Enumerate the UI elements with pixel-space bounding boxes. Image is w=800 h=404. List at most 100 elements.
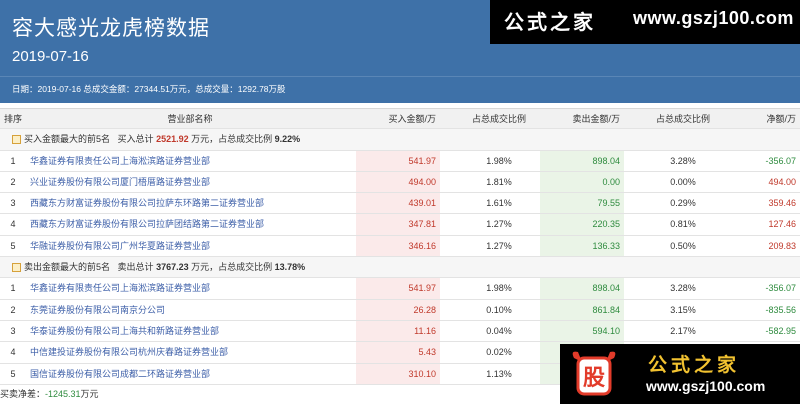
- sell-amount: 79.55: [597, 198, 620, 209]
- branch-name-link[interactable]: 中信建投证券股份有限公司杭州庆春路证券营业部: [30, 342, 350, 362]
- net-difference-unit: 万元: [80, 389, 99, 399]
- header-divider: [0, 76, 800, 77]
- buy-amount: 26.28: [413, 304, 436, 315]
- logo-url: www.gszj100.com: [633, 8, 794, 28]
- table-row: 2 东莞证券股份有限公司南京分公司 26.28 0.10% 861.84 3.15% -83…: [0, 299, 800, 321]
- sell-ratio: 0.81%: [670, 219, 696, 230]
- row-rank: 2: [10, 304, 16, 315]
- col-buy-ratio: 占总成交比例: [471, 114, 526, 124]
- buy-amount: 346.16: [408, 240, 436, 251]
- row-rank: 3: [10, 325, 16, 336]
- branch-name-link[interactable]: 华泰证券股份有限公司上海共和新路证券营业部: [30, 321, 350, 341]
- sell-ratio: 0.50%: [670, 240, 696, 251]
- buy-amount: 310.10: [408, 368, 436, 379]
- sell-section-prefix: 卖出金额最大的前5名: [24, 262, 111, 273]
- net-amount: 209.83: [768, 240, 796, 251]
- row-rank: 1: [10, 155, 16, 166]
- net-amount: 494.00: [768, 176, 796, 187]
- branch-name-link[interactable]: 华融证券股份有限公司广州华夏路证券营业部: [30, 236, 350, 256]
- net-amount: -356.07: [765, 155, 796, 166]
- buy-section-text: 买入金额最大的前5名 买入总计 2521.92 万元，占总成交比例 9.22%: [24, 129, 300, 149]
- buy-total-value: 2521.92: [156, 134, 189, 145]
- sell-ratio: 2.17%: [670, 325, 696, 336]
- buy-ratio: 1.27%: [486, 240, 512, 251]
- table-row: 2 兴业证券股份有限公司厦门梧厝路证券营业部 494.00 1.81% 0.00 0.00…: [0, 171, 800, 194]
- sell-amount: 0.00: [602, 176, 620, 187]
- branch-name-link[interactable]: 西藏东方财富证券股份有限公司拉萨团结路第二证券营业部: [30, 214, 350, 234]
- page-date: 2019-07-16: [12, 48, 89, 65]
- sell-ratio-value: 13.78%: [274, 262, 306, 273]
- buy-amount: 541.97: [408, 155, 436, 166]
- table-row: 3 西藏东方财富证券股份有限公司拉萨东环路第二证券营业部 439.01 1.61% 79…: [0, 193, 800, 215]
- branch-name-link[interactable]: 东莞证券股份有限公司南京分公司: [30, 300, 350, 320]
- buy-section-prefix: 买入金额最大的前5名: [24, 134, 111, 145]
- table-row: 3 华泰证券股份有限公司上海共和新路证券营业部 11.16 0.04% 594.10 2.…: [0, 320, 800, 343]
- row-rank: 2: [10, 176, 16, 187]
- branch-name-link[interactable]: 国信证券股份有限公司成都二环路证券营业部: [30, 364, 350, 384]
- site-logo: 公式之家 www.gszj100.com: [490, 0, 800, 44]
- col-sell-ratio: 占总成交比例: [655, 114, 710, 124]
- net-amount: 359.46: [768, 198, 796, 209]
- sell-amount: 220.35: [592, 219, 620, 230]
- sell-amount: 136.33: [592, 240, 620, 251]
- sell-amount: 861.84: [592, 304, 620, 315]
- badge-text: 股: [583, 366, 605, 391]
- col-sell-amount: 卖出金额/万: [572, 114, 620, 124]
- table-row: 5 华融证券股份有限公司广州华夏路证券营业部 346.16 1.27% 136.33 0.…: [0, 235, 800, 258]
- buy-amount: 11.16: [414, 325, 436, 336]
- buy-amount: 5.43: [418, 347, 436, 358]
- logo-text: 公式之家: [504, 12, 596, 34]
- col-rank: 排序: [3, 114, 22, 124]
- sell-section-text: 卖出金额最大的前5名 卖出总计 3767.23 万元，占总成交比例 13.78%: [24, 257, 305, 277]
- buy-amount: 541.97: [408, 283, 436, 294]
- net-amount: -582.95: [765, 325, 796, 336]
- branch-name-link[interactable]: 西藏东方财富证券股份有限公司拉萨东环路第二证券营业部: [30, 193, 350, 213]
- sell-total-label: 卖出总计: [117, 262, 154, 273]
- watermark-text: 公式之家: [648, 355, 741, 376]
- buy-ratio-value: 9.22%: [274, 134, 301, 145]
- buy-ratio: 1.98%: [486, 155, 512, 166]
- buy-ratio: 1.27%: [486, 219, 512, 230]
- sell-ratio: 3.28%: [670, 155, 696, 166]
- col-buy-amount: 买入金额/万: [388, 114, 436, 124]
- sell-total-value: 3767.23: [156, 262, 189, 273]
- table-row: 1 华鑫证券有限责任公司上海淞滨路证券营业部 541.97 1.98% 898.04 3.…: [0, 278, 800, 300]
- section-icon: [12, 135, 21, 145]
- buy-unit-text: 万元，占总成交比例: [191, 134, 273, 145]
- buy-ratio: 0.10%: [486, 304, 512, 315]
- buy-ratio: 1.81%: [486, 176, 512, 187]
- buy-ratio: 0.02%: [486, 347, 512, 358]
- bull-badge-icon: 股: [572, 351, 616, 396]
- row-rank: 1: [10, 283, 16, 294]
- net-amount: -835.56: [765, 304, 796, 315]
- table-row: 1 华鑫证券有限责任公司上海淞滨路证券营业部 541.97 1.98% 898.04 3.…: [0, 150, 800, 172]
- row-rank: 4: [10, 219, 16, 230]
- watermark: 股 公式之家 www.gszj100.com: [560, 344, 800, 404]
- buy-amount: 494.00: [408, 176, 436, 187]
- row-rank: 5: [10, 368, 16, 379]
- buy-ratio: 1.98%: [486, 283, 512, 294]
- sell-amount: 594.10: [592, 325, 620, 336]
- buy-ratio: 1.13%: [486, 368, 512, 379]
- branch-name-link[interactable]: 华鑫证券有限责任公司上海淞滨路证券营业部: [30, 151, 350, 171]
- sell-ratio: 3.28%: [670, 283, 696, 294]
- watermark-url: www.gszj100.com: [646, 378, 766, 394]
- buy-ratio: 1.61%: [486, 198, 512, 209]
- buy-rows: 1 华鑫证券有限责任公司上海淞滨路证券营业部 541.97 1.98% 898.04 3.…: [0, 150, 800, 258]
- net-difference: 买卖净差：-1245.31万元: [0, 387, 99, 400]
- table-row: 4 西藏东方财富证券股份有限公司拉萨团结路第二证券营业部 347.81 1.27% 22…: [0, 214, 800, 236]
- branch-name-link[interactable]: 华鑫证券有限责任公司上海淞滨路证券营业部: [30, 278, 350, 298]
- sell-ratio: 0.00%: [670, 176, 696, 187]
- trade-summary: 日期：2019-07-16 总成交金额：27344.51万元，总成交量：1292…: [12, 84, 286, 94]
- page-title: 容大感光龙虎榜数据: [12, 17, 210, 40]
- net-difference-label: 买卖净差：: [0, 389, 46, 399]
- buy-section-header: 买入金额最大的前5名 买入总计 2521.92 万元，占总成交比例 9.22%: [0, 129, 800, 151]
- col-branch-name: 营业部名称: [167, 114, 213, 124]
- net-amount: 127.46: [768, 219, 796, 230]
- section-icon: [12, 263, 21, 273]
- table-header-row: 排序 营业部名称 买入金额/万 占总成交比例 卖出金额/万 占总成交比例 净额/…: [0, 108, 800, 130]
- buy-total-label: 买入总计: [117, 134, 154, 145]
- row-rank: 4: [10, 347, 16, 358]
- sell-unit-text: 万元，占总成交比例: [191, 262, 273, 273]
- branch-name-link[interactable]: 兴业证券股份有限公司厦门梧厝路证券营业部: [30, 172, 350, 192]
